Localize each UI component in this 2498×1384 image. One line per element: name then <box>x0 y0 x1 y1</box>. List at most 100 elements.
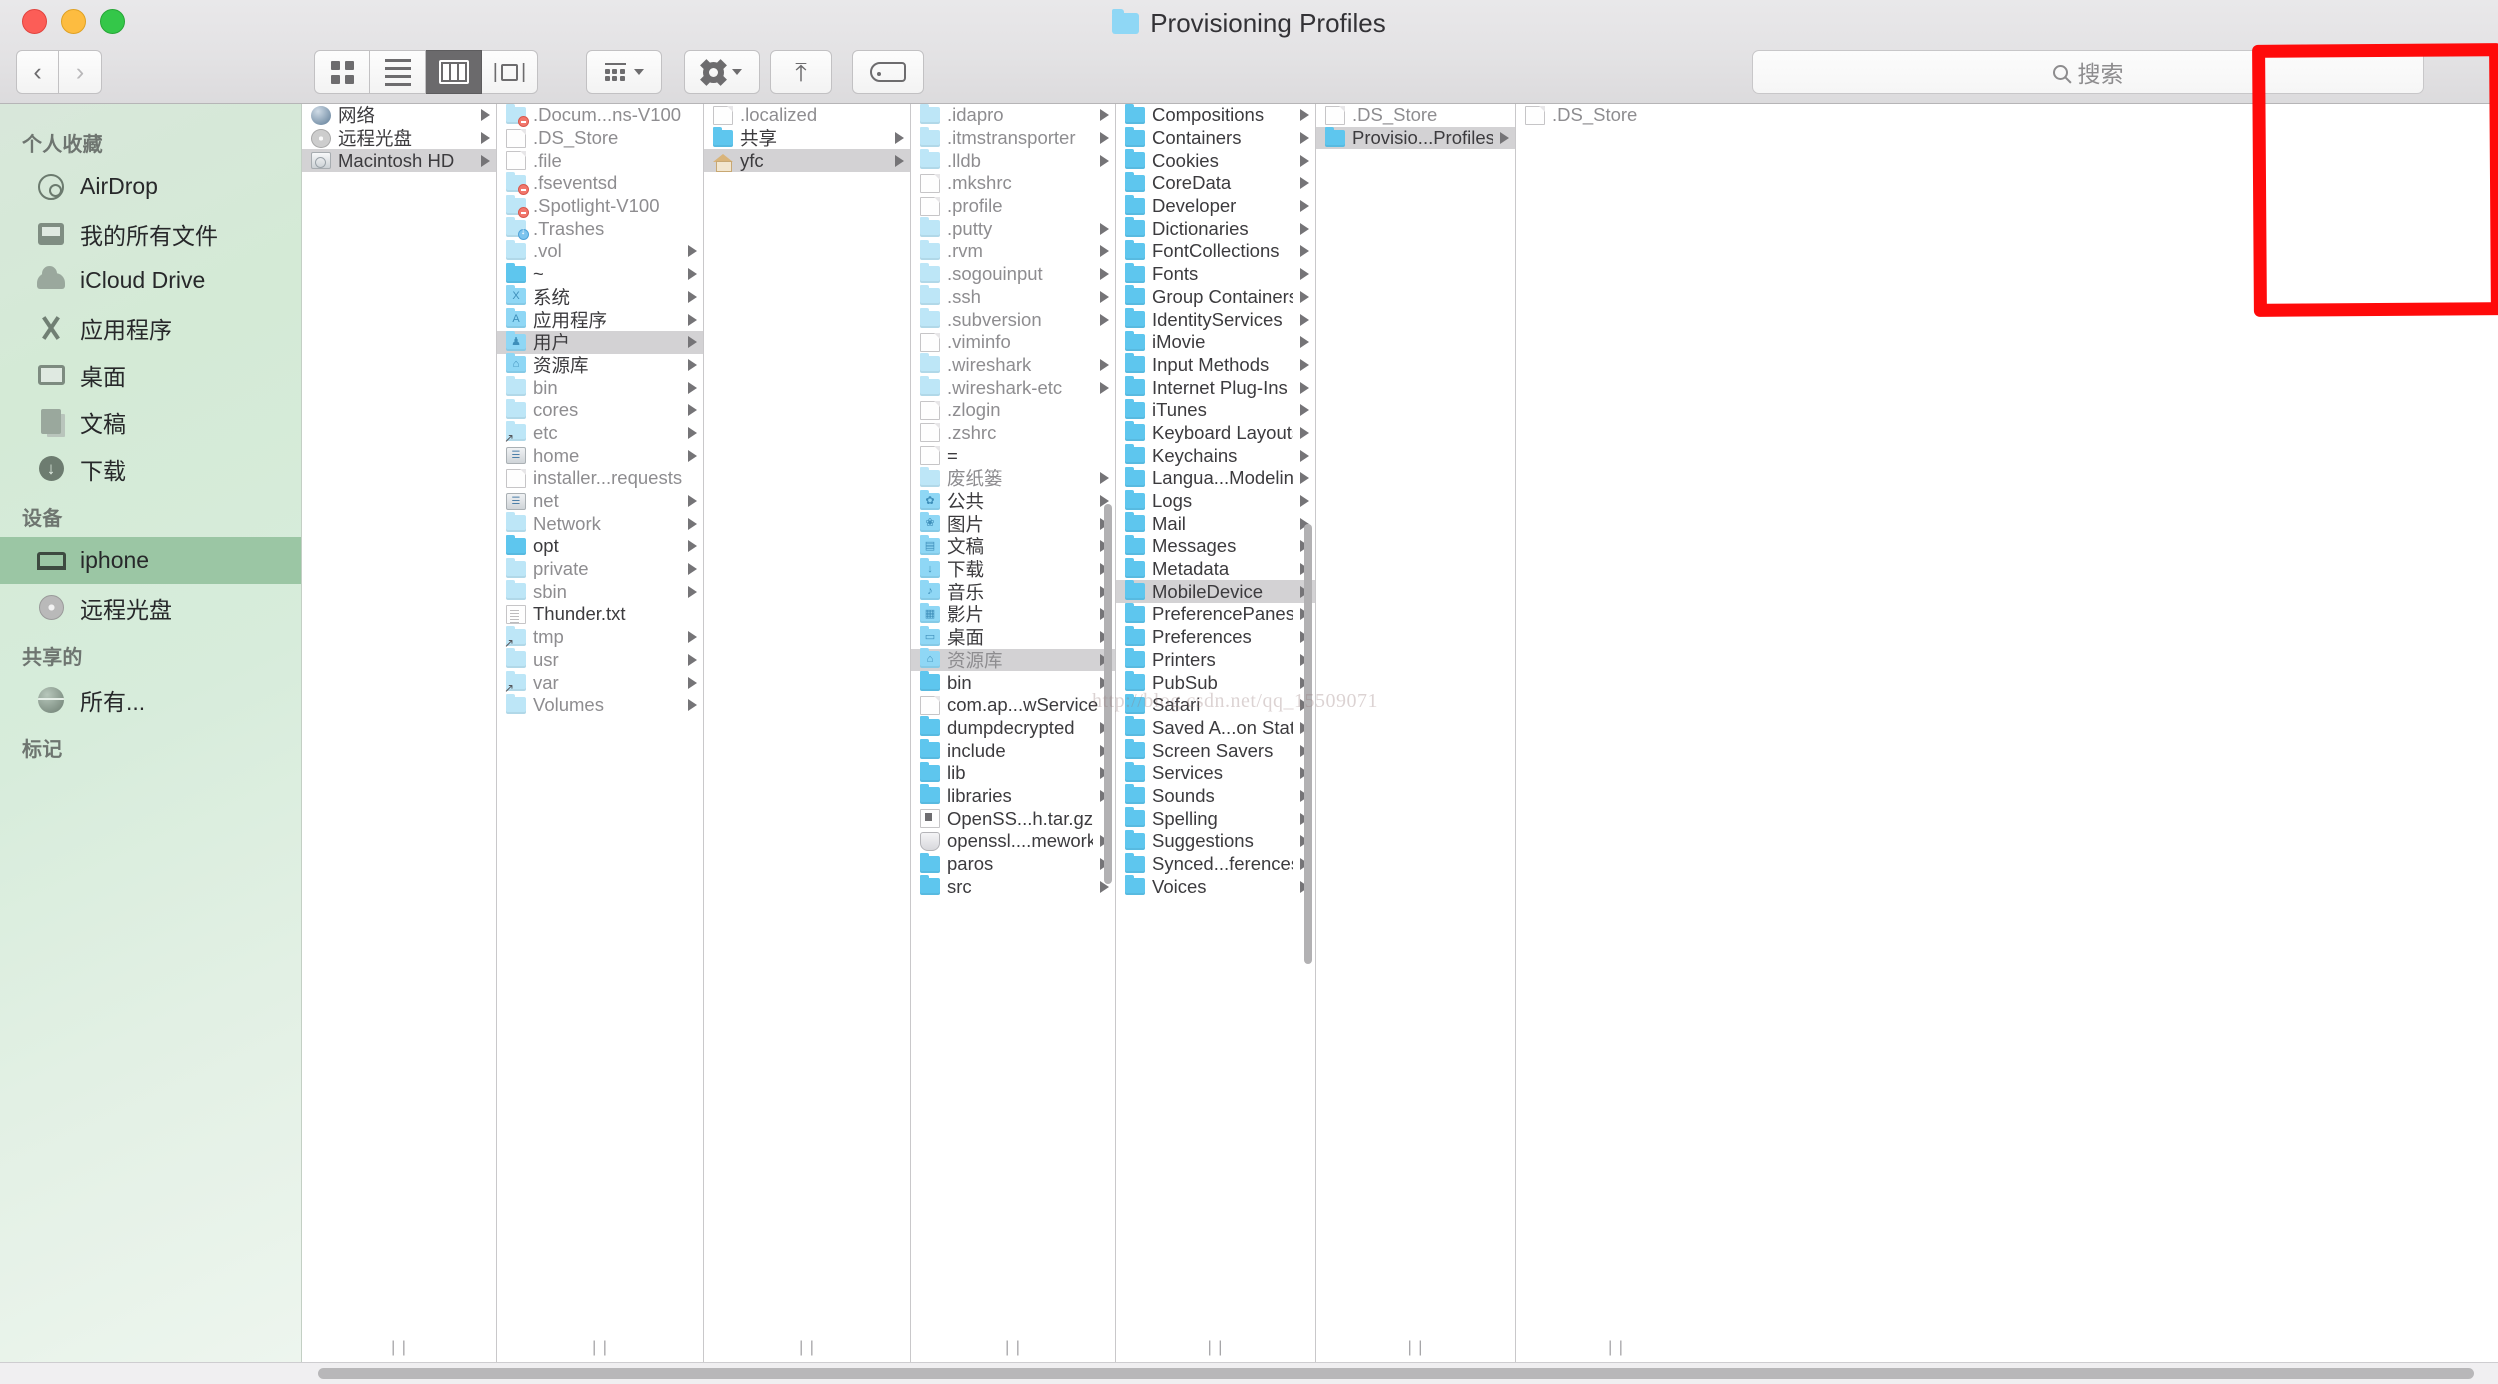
file-row[interactable]: Fonts <box>1116 262 1315 286</box>
action-menu[interactable] <box>684 50 760 94</box>
tags-popup-button[interactable] <box>852 50 924 94</box>
file-row[interactable]: ▭ 桌面 <box>911 625 1115 649</box>
disclosure-arrow-icon[interactable] <box>1300 177 1309 190</box>
column-list[interactable]: .DS_Store Provisio...Profiles <box>1316 104 1515 1334</box>
view-mode-coverflow-button[interactable]: | | <box>482 50 538 94</box>
file-row[interactable]: PubSub <box>1116 671 1315 694</box>
column-resize-grip[interactable]: | | <box>497 1334 703 1362</box>
file-row[interactable]: Langua...Modeling <box>1116 466 1315 490</box>
view-mode-icon-button[interactable] <box>314 50 370 94</box>
disclosure-arrow-icon[interactable] <box>688 653 697 666</box>
disclosure-arrow-icon[interactable] <box>1100 381 1109 394</box>
file-row[interactable]: ↓ 下载 <box>911 557 1115 581</box>
share-button[interactable]: ⤒ <box>770 50 832 94</box>
file-row[interactable]: ✿ 公共 <box>911 489 1115 513</box>
file-row[interactable]: Services <box>1116 761 1315 785</box>
disclosure-arrow-icon[interactable] <box>688 699 697 712</box>
disclosure-arrow-icon[interactable] <box>1100 109 1109 122</box>
disclosure-arrow-icon[interactable] <box>1300 404 1309 417</box>
file-row[interactable]: .Spotlight-V100 <box>497 194 703 218</box>
file-row[interactable]: Spelling <box>1116 807 1315 830</box>
disclosure-arrow-icon[interactable] <box>1300 495 1309 508</box>
file-row[interactable]: .file <box>497 149 703 172</box>
file-row[interactable]: .DS_Store <box>1516 104 1716 127</box>
file-row[interactable]: .viminfo <box>911 331 1115 354</box>
disclosure-arrow-icon[interactable] <box>688 631 697 644</box>
disclosure-arrow-icon[interactable] <box>688 585 697 598</box>
disclosure-arrow-icon[interactable] <box>1100 222 1109 235</box>
file-row[interactable]: .sogouinput <box>911 262 1115 286</box>
file-row[interactable]: Input Methods <box>1116 353 1315 377</box>
file-row[interactable]: Macintosh HD <box>302 149 496 173</box>
column-list[interactable]: 网络 远程光盘 Macintosh HD <box>302 104 496 1334</box>
disclosure-arrow-icon[interactable] <box>688 268 697 281</box>
disclosure-arrow-icon[interactable] <box>688 313 697 326</box>
disclosure-arrow-icon[interactable] <box>1300 245 1309 258</box>
file-row[interactable]: IdentityServices <box>1116 308 1315 331</box>
disclosure-arrow-icon[interactable] <box>1300 222 1309 235</box>
file-row[interactable]: Voices <box>1116 875 1315 898</box>
disclosure-arrow-icon[interactable] <box>481 154 490 167</box>
file-row[interactable]: Group Containers <box>1116 285 1315 309</box>
file-row[interactable]: Developer <box>1116 194 1315 218</box>
disclosure-arrow-icon[interactable] <box>688 676 697 689</box>
disclosure-arrow-icon[interactable] <box>1100 268 1109 281</box>
disclosure-arrow-icon[interactable] <box>1300 381 1309 394</box>
file-row[interactable]: .rvm <box>911 239 1115 263</box>
forward-button[interactable]: › <box>59 50 102 94</box>
disclosure-arrow-icon[interactable] <box>1500 132 1509 145</box>
disclosure-arrow-icon[interactable] <box>1300 472 1309 485</box>
disclosure-arrow-icon[interactable] <box>688 358 697 371</box>
arrange-popup-button[interactable] <box>586 50 662 94</box>
column-scrollbar-thumb[interactable] <box>1104 504 1112 884</box>
file-row[interactable]: ~ <box>497 262 703 286</box>
column-resize-grip[interactable]: | | <box>911 1334 1115 1362</box>
file-row[interactable]: 远程光盘 <box>302 127 496 150</box>
file-row[interactable]: private <box>497 557 703 581</box>
file-row[interactable]: .wireshark-etc <box>911 376 1115 399</box>
disclosure-arrow-icon[interactable] <box>688 404 697 417</box>
column-resize-grip[interactable]: | | <box>1316 1334 1515 1362</box>
sidebar-item-[interactable]: 应用程序 <box>0 304 301 351</box>
file-row[interactable]: ↗ etc <box>497 421 703 444</box>
file-row[interactable]: ♪ 音乐 <box>911 580 1115 603</box>
file-row[interactable]: ☰ home <box>497 444 703 467</box>
column-resize-grip[interactable]: | | <box>1516 1334 1716 1362</box>
file-row[interactable]: .zshrc <box>911 422 1115 445</box>
disclosure-arrow-icon[interactable] <box>1300 426 1309 439</box>
column-list[interactable]: .Docum...ns-V100 .DS_Store .file .fseventsd… <box>497 104 703 1334</box>
file-row[interactable]: Screen Savers <box>1116 739 1315 762</box>
file-row[interactable]: installer...requests <box>497 467 703 490</box>
view-mode-list-button[interactable] <box>370 50 426 94</box>
file-row[interactable]: OpenSS...h.tar.gz <box>911 807 1115 830</box>
file-row[interactable]: Cookies <box>1116 149 1315 172</box>
file-row[interactable]: Saved A...on State <box>1116 716 1315 740</box>
file-row[interactable]: dumpdecrypted <box>911 716 1115 740</box>
disclosure-arrow-icon[interactable] <box>1300 200 1309 213</box>
file-row[interactable]: 共享 <box>704 126 910 150</box>
file-row[interactable]: .itmstransporter <box>911 126 1115 150</box>
sidebar-item-airdrop[interactable]: AirDrop <box>0 163 301 210</box>
file-row[interactable]: paros <box>911 852 1115 876</box>
column-list[interactable]: .localized 共享 yfc <box>704 104 910 1334</box>
disclosure-arrow-icon[interactable] <box>1300 313 1309 326</box>
disclosure-arrow-icon[interactable] <box>1300 268 1309 281</box>
sidebar-item-[interactable]: 桌面 <box>0 351 301 398</box>
share-popup-button[interactable]: ⤒ <box>770 50 832 94</box>
file-row[interactable]: Containers <box>1116 126 1315 150</box>
disclosure-arrow-icon[interactable] <box>688 336 697 349</box>
file-row[interactable]: ↗ tmp <box>497 625 703 649</box>
file-row[interactable]: .DS_Store <box>497 127 703 150</box>
file-row[interactable]: libraries <box>911 784 1115 808</box>
file-row[interactable]: .vol <box>497 239 703 263</box>
tags-button[interactable] <box>852 50 924 94</box>
disclosure-arrow-icon[interactable] <box>688 426 697 439</box>
file-row[interactable]: ♟ 用户 <box>497 330 703 354</box>
disclosure-arrow-icon[interactable] <box>1100 132 1109 145</box>
horizontal-scrollbar-thumb[interactable] <box>318 1368 2474 1379</box>
sidebar-item-[interactable]: ↓ 下载 <box>0 445 301 492</box>
file-row[interactable]: .mkshrc <box>911 172 1115 195</box>
file-row[interactable]: yfc <box>704 149 910 173</box>
disclosure-arrow-icon[interactable] <box>1300 290 1309 303</box>
file-row[interactable]: Messages <box>1116 534 1315 558</box>
